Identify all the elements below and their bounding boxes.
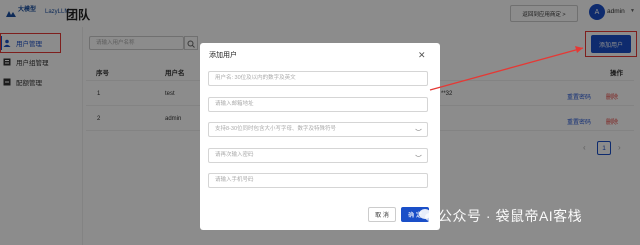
add-user-dialog: 添加用户 ✕ 用户名: 30位及以内的数字及英文 请输入邮箱地址 支持8-30位… — [200, 43, 440, 230]
eye-off-icon[interactable] — [415, 152, 422, 165]
field-placeholder: 请输入手机号码 — [215, 177, 254, 183]
field-placeholder: 支持8-30位同时包含大小写字母、数字及特殊符号 — [215, 126, 337, 132]
phone-field[interactable]: 请输入手机号码 — [208, 173, 428, 188]
field-placeholder: 用户名: 30位及以内的数字及英文 — [215, 75, 296, 81]
confirm-password-field[interactable]: 请再次输入密码 — [208, 148, 428, 163]
cancel-button[interactable]: 取 消 — [368, 207, 396, 222]
field-placeholder: 请再次输入密码 — [215, 152, 254, 158]
eye-off-icon[interactable] — [415, 126, 422, 139]
password-field[interactable]: 支持8-30位同时包含大小写字母、数字及特殊符号 — [208, 122, 428, 137]
dialog-title: 添加用户 — [209, 52, 237, 59]
watermark-text: 公众号 · 袋鼠帝AI客栈 — [438, 208, 583, 224]
wechat-icon — [419, 209, 435, 221]
username-field[interactable]: 用户名: 30位及以内的数字及英文 — [208, 71, 428, 86]
email-field[interactable]: 请输入邮箱地址 — [208, 97, 428, 112]
field-placeholder: 请输入邮箱地址 — [215, 101, 254, 107]
close-icon[interactable]: ✕ — [418, 50, 426, 61]
